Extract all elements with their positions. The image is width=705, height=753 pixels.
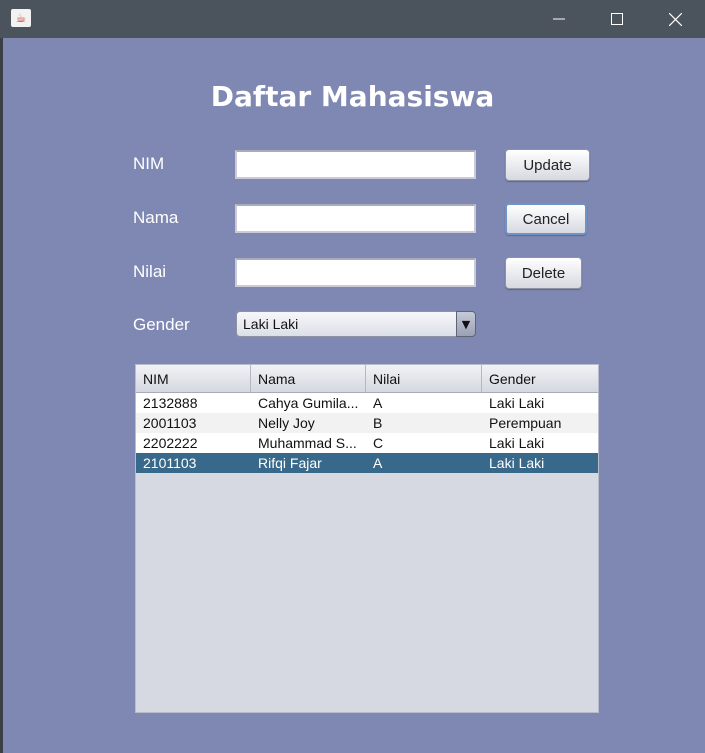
nilai-label: Nilai [133,262,167,281]
minimize-button[interactable] [531,0,587,38]
cell-nama: Nelly Joy [258,415,315,431]
table-row-selected[interactable]: 2101103 Rifqi Fajar A Laki Laki [136,453,598,473]
gender-select[interactable]: Laki Laki ▼ [236,311,476,337]
cell-nim: 2202222 [143,435,198,451]
cell-nim: 2001103 [143,415,197,431]
column-header-gender[interactable]: Gender [482,365,598,392]
table-header: NIM Nama Nilai Gender [136,365,598,393]
nama-label: Nama [133,208,179,227]
cell-nim: 2101103 [143,455,197,471]
nama-input[interactable] [235,204,476,233]
cell-gender: Laki Laki [489,435,545,451]
window-edge [0,38,3,753]
nim-input[interactable] [235,150,476,179]
gender-label: Gender [133,315,190,334]
table-row[interactable]: 2202222 Muhammad S... C Laki Laki [136,433,598,453]
cell-nilai: A [373,455,383,471]
student-table[interactable]: NIM Nama Nilai Gender 2132888 Cahya Gumi… [135,364,599,713]
cell-nama: Muhammad S... [258,435,357,451]
java-app-icon: ☕ [11,9,31,27]
cancel-button[interactable]: Cancel [505,203,587,235]
table-row[interactable]: 2001103 Nelly Joy B Perempuan [136,413,598,433]
page-title: Daftar Mahasiswa [210,80,495,113]
update-button[interactable]: Update [505,149,590,181]
cell-nilai: A [373,395,383,411]
cell-gender: Laki Laki [489,395,545,411]
close-icon [668,12,682,26]
maximize-button[interactable] [589,0,645,38]
delete-button[interactable]: Delete [505,257,582,289]
title-bar[interactable]: ☕ [0,0,705,38]
cell-nilai: B [373,415,383,431]
cell-nim: 2132888 [143,395,198,411]
cell-gender: Laki Laki [489,455,545,471]
table-row[interactable]: 2132888 Cahya Gumila... A Laki Laki [136,393,598,413]
gender-selected-value: Laki Laki [243,316,299,332]
column-header-nama[interactable]: Nama [251,365,366,392]
nilai-input[interactable] [235,258,476,287]
cell-nama: Rifqi Fajar [258,455,322,471]
minimize-icon [553,18,565,20]
maximize-icon [611,13,623,25]
column-header-nim[interactable]: NIM [136,365,251,392]
cell-nama: Cahya Gumila... [258,395,359,411]
nim-label: NIM [133,154,165,173]
column-header-nilai[interactable]: Nilai [366,365,482,392]
cell-nilai: C [373,435,384,451]
cell-gender: Perempuan [489,415,562,431]
app-window: ☕ Daftar Mahasiswa NIM Update Nama Cance… [0,0,705,753]
close-button[interactable] [647,0,703,38]
dropdown-arrow-icon[interactable]: ▼ [456,311,476,337]
